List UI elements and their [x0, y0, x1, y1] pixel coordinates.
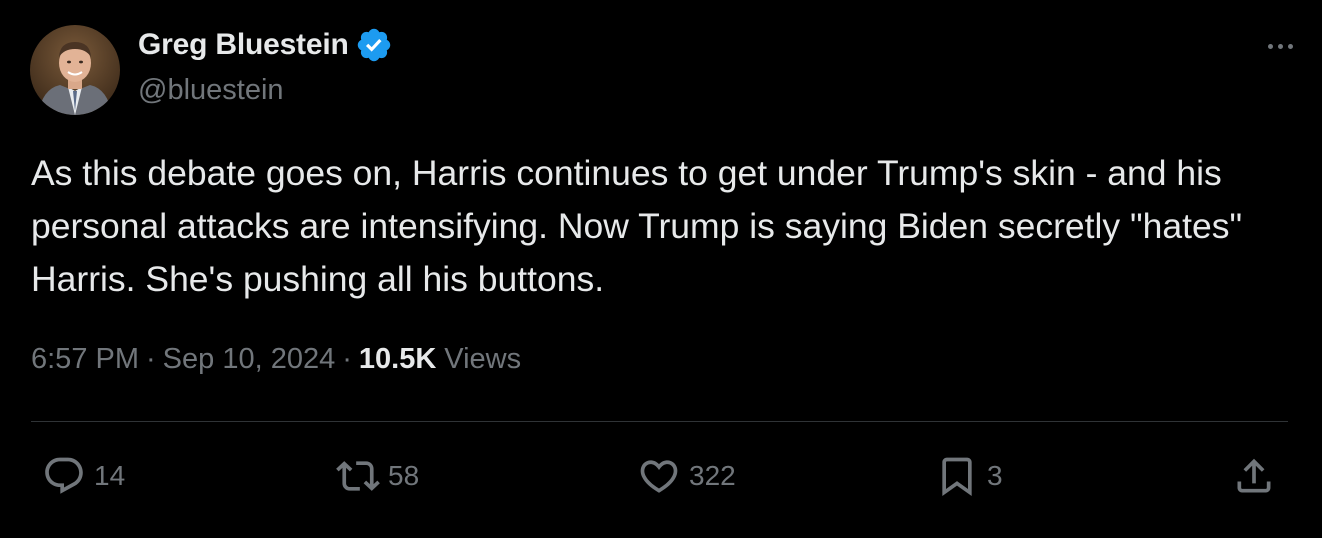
reply-icon: [45, 457, 83, 494]
like-count: 322: [689, 460, 736, 491]
more-options-icon[interactable]: [1260, 28, 1300, 64]
avatar[interactable]: [30, 25, 120, 115]
meta-separator: ·: [146, 343, 156, 375]
divider: [31, 421, 1288, 422]
reply-button[interactable]: 14: [42, 452, 125, 500]
like-button[interactable]: 322: [637, 452, 736, 500]
avatar-photo: [30, 25, 120, 115]
share-icon: [1237, 458, 1271, 493]
meta-separator: ·: [342, 343, 352, 375]
reply-count: 14: [94, 460, 126, 491]
author-name-row[interactable]: Greg Bluestein: [138, 26, 393, 64]
bookmark-icon: [942, 457, 972, 497]
retweet-count: 58: [388, 460, 420, 491]
retweet-button[interactable]: 58: [336, 452, 419, 500]
retweet-icon: [336, 461, 380, 491]
verified-badge-icon: [355, 26, 393, 64]
views-label[interactable]: Views: [444, 343, 521, 376]
author-handle[interactable]: @bluestein: [138, 74, 284, 107]
tweet-time[interactable]: 6:57 PM: [31, 343, 139, 376]
bookmark-count: 3: [987, 460, 1003, 491]
author-name[interactable]: Greg Bluestein: [138, 28, 349, 62]
tweet-meta: 6:57 PM · Sep 10, 2024 · 10.5K Views: [31, 343, 521, 376]
tweet-date[interactable]: Sep 10, 2024: [163, 343, 336, 376]
tweet-text: As this debate goes on, Harris continues…: [31, 153, 1243, 299]
heart-icon: [640, 460, 678, 493]
share-button[interactable]: [1232, 452, 1276, 500]
bookmark-button[interactable]: 3: [935, 452, 1003, 500]
views-count[interactable]: 10.5K: [359, 343, 436, 376]
